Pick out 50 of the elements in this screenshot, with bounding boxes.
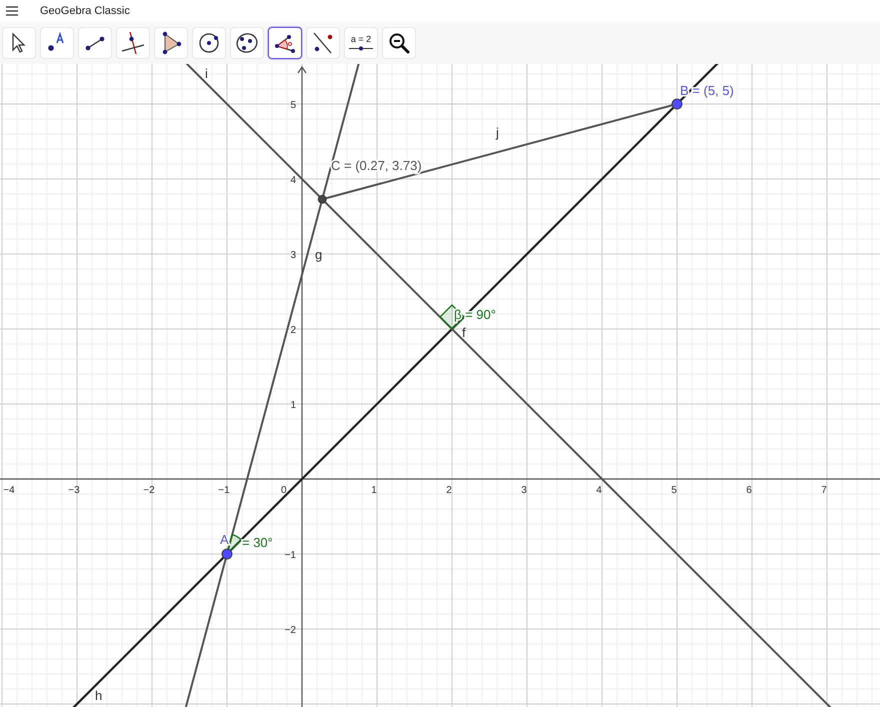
conic-tool-button[interactable] (230, 27, 264, 59)
y-tick-label: 2 (290, 325, 296, 336)
x-tick-label: 4 (596, 485, 602, 496)
app-title: GeoGebra Classic (40, 5, 130, 17)
angle-tool-button[interactable] (268, 27, 302, 59)
origin-label: 0 (281, 485, 287, 496)
x-tick-label: 3 (521, 485, 527, 496)
x-tick-label: −2 (143, 485, 155, 496)
slider-tool-button[interactable]: a = 2 (344, 27, 378, 59)
point-label: A (220, 532, 229, 547)
ellipse-icon (235, 31, 259, 55)
menu-icon[interactable] (6, 6, 18, 16)
reflect-tool-button[interactable] (306, 27, 340, 59)
line-label: j (496, 125, 499, 140)
y-tick-label: 4 (290, 175, 296, 186)
x-tick-label: −4 (3, 485, 15, 496)
x-tick-label: −3 (68, 485, 80, 496)
angle-label: β = 90° (454, 307, 496, 322)
point-and-line-icon (311, 31, 335, 55)
line-label: f (462, 325, 466, 340)
segment-tool-button[interactable] (78, 27, 112, 59)
circle-icon (197, 31, 221, 55)
y-tick-label: −2 (284, 625, 296, 636)
x-tick-label: 6 (746, 485, 752, 496)
zoom-tool-button[interactable] (382, 27, 416, 59)
line-label: h (95, 688, 102, 703)
x-tick-label: 5 (671, 485, 677, 496)
line-label: g (315, 247, 322, 262)
angle-label: = 30° (242, 535, 273, 550)
point[interactable] (318, 194, 327, 204)
x-tick-label: 7 (821, 485, 827, 496)
zoom-out-icon (387, 31, 411, 55)
point-tool-button[interactable] (40, 27, 74, 59)
perpendicular-lines-icon (121, 31, 145, 55)
move-tool-button[interactable] (2, 27, 36, 59)
x-tick-label: 2 (446, 485, 452, 496)
point-label: B = (5, 5) (680, 83, 734, 98)
line-label: i (205, 66, 208, 81)
point-label: C = (0.27, 3.73) (331, 158, 422, 173)
polygon-tool-button[interactable] (154, 27, 188, 59)
circle-tool-button[interactable] (192, 27, 226, 59)
perpendicular-tool-button[interactable] (116, 27, 150, 59)
y-tick-label: −1 (284, 550, 296, 561)
x-tick-label: 1 (371, 485, 377, 496)
y-tick-label: 1 (290, 400, 296, 411)
y-tick-label: 3 (290, 250, 296, 261)
y-tick-label: 5 (290, 100, 296, 111)
graphics-view[interactable]: −4 −3 −2 −1 0 1 2 3 4 5 6 7 5 4 3 2 1 −1 −2 h i g j f A B = (5, 5) C = (0.27, 3.73) β = 90° = 30° (0, 64, 880, 707)
x-tick-label: −1 (218, 485, 230, 496)
slider-icon (349, 46, 373, 51)
